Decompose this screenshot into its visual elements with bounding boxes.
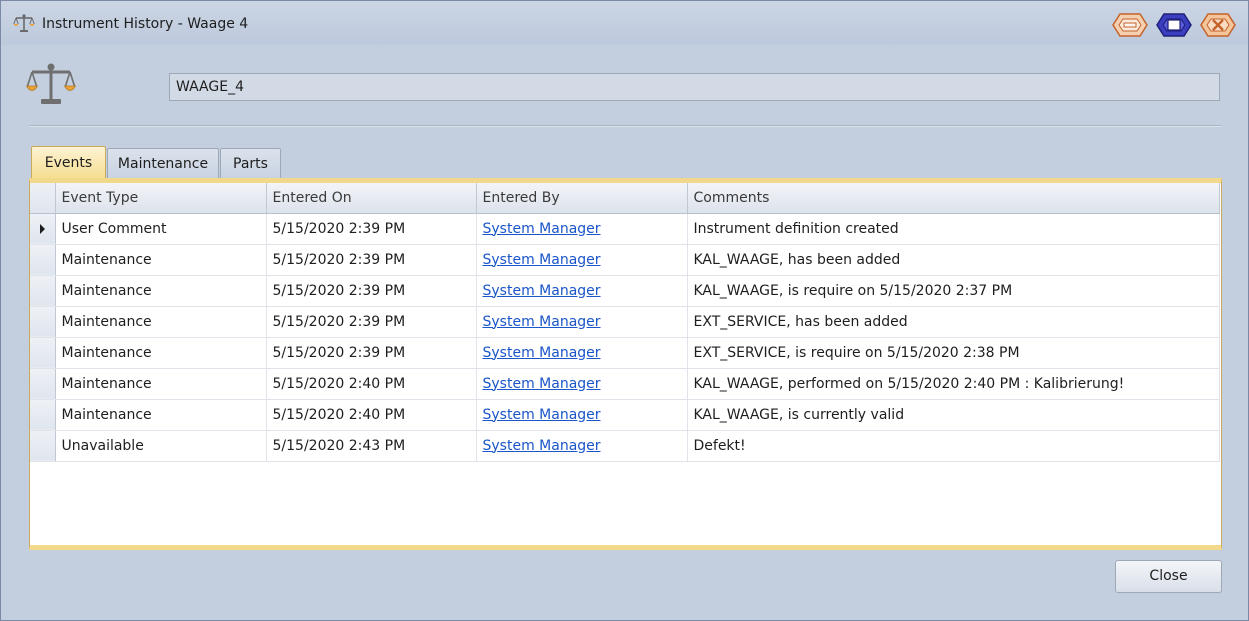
cell-entered-by[interactable]: System Manager — [476, 213, 688, 245]
cell-entered-by[interactable]: System Manager — [476, 399, 688, 431]
cell-event-type[interactable]: Unavailable — [55, 430, 267, 462]
separator — [29, 125, 1221, 127]
tab-maintenance[interactable]: Maintenance — [107, 148, 219, 179]
cell-event-type[interactable]: Maintenance — [55, 306, 267, 338]
cell-event-type[interactable]: Maintenance — [55, 275, 267, 307]
cell-comments[interactable]: Instrument definition created — [687, 213, 1220, 245]
window-title: Instrument History - Waage 4 — [42, 16, 249, 32]
entered-by-link[interactable]: System Manager — [483, 345, 601, 361]
cell-entered-on[interactable]: 5/15/2020 2:39 PM — [266, 213, 477, 245]
events-grid: Event Type Entered On Entered By Comment… — [30, 183, 1220, 462]
table-row[interactable]: Maintenance 5/15/2020 2:39 PM System Man… — [30, 244, 1220, 276]
cell-event-type[interactable]: User Comment — [55, 213, 267, 245]
dialog-content: WAAGE_4 Events Maintenance Parts Event T… — [1, 45, 1248, 620]
row-indicator[interactable] — [30, 244, 56, 276]
scale-icon — [26, 63, 76, 104]
cell-entered-by[interactable]: System Manager — [476, 337, 688, 369]
entered-by-link[interactable]: System Manager — [483, 283, 601, 299]
cell-entered-on[interactable]: 5/15/2020 2:40 PM — [266, 368, 477, 400]
entered-by-link[interactable]: System Manager — [483, 252, 601, 268]
column-header-comments[interactable]: Comments — [687, 183, 1220, 214]
entered-by-link[interactable]: System Manager — [483, 407, 601, 423]
cell-event-type[interactable]: Maintenance — [55, 337, 267, 369]
entered-by-link[interactable]: System Manager — [483, 438, 601, 454]
cell-entered-by[interactable]: System Manager — [476, 368, 688, 400]
cell-comments[interactable]: Defekt! — [687, 430, 1220, 462]
table-row[interactable]: User Comment 5/15/2020 2:39 PM System Ma… — [30, 213, 1220, 245]
cell-entered-on[interactable]: 5/15/2020 2:39 PM — [266, 275, 477, 307]
cell-event-type[interactable]: Maintenance — [55, 244, 267, 276]
cell-entered-by[interactable]: System Manager — [476, 430, 688, 462]
column-header-event-type[interactable]: Event Type — [55, 183, 267, 214]
scale-icon — [13, 14, 35, 32]
row-indicator[interactable] — [30, 399, 56, 431]
table-row[interactable]: Maintenance 5/15/2020 2:40 PM System Man… — [30, 399, 1220, 431]
row-indicator[interactable] — [30, 306, 56, 338]
cell-comments[interactable]: KAL_WAAGE, is require on 5/15/2020 2:37 … — [687, 275, 1220, 307]
cell-entered-on[interactable]: 5/15/2020 2:39 PM — [266, 244, 477, 276]
cell-entered-on[interactable]: 5/15/2020 2:39 PM — [266, 306, 477, 338]
maximize-icon[interactable] — [1156, 12, 1192, 38]
entered-by-link[interactable]: System Manager — [483, 376, 601, 392]
tab-events[interactable]: Events — [31, 146, 106, 180]
cell-comments[interactable]: KAL_WAAGE, has been added — [687, 244, 1220, 276]
entered-by-link[interactable]: System Manager — [483, 221, 601, 237]
close-button[interactable]: Close — [1115, 560, 1222, 593]
row-indicator[interactable] — [30, 213, 56, 245]
column-header-entered-by[interactable]: Entered By — [476, 183, 688, 214]
cell-comments[interactable]: EXT_SERVICE, is require on 5/15/2020 2:3… — [687, 337, 1220, 369]
cell-comments[interactable]: EXT_SERVICE, has been added — [687, 306, 1220, 338]
row-indicator[interactable] — [30, 337, 56, 369]
cell-entered-on[interactable]: 5/15/2020 2:40 PM — [266, 399, 477, 431]
tab-parts[interactable]: Parts — [220, 148, 281, 179]
entered-by-link[interactable]: System Manager — [483, 314, 601, 330]
cell-entered-on[interactable]: 5/15/2020 2:43 PM — [266, 430, 477, 462]
instrument-name-field[interactable]: WAAGE_4 — [169, 73, 1220, 101]
cell-event-type[interactable]: Maintenance — [55, 368, 267, 400]
row-indicator[interactable] — [30, 368, 56, 400]
cell-entered-by[interactable]: System Manager — [476, 244, 688, 276]
column-header-entered-on[interactable]: Entered On — [266, 183, 477, 214]
events-grid-panel: Event Type Entered On Entered By Comment… — [29, 178, 1222, 550]
cell-entered-on[interactable]: 5/15/2020 2:39 PM — [266, 337, 477, 369]
row-indicator[interactable] — [30, 430, 56, 462]
table-row[interactable]: Maintenance 5/15/2020 2:39 PM System Man… — [30, 306, 1220, 338]
cell-comments[interactable]: KAL_WAAGE, performed on 5/15/2020 2:40 P… — [687, 368, 1220, 400]
row-indicator[interactable] — [30, 275, 56, 307]
cell-entered-by[interactable]: System Manager — [476, 306, 688, 338]
cell-event-type[interactable]: Maintenance — [55, 399, 267, 431]
cell-comments[interactable]: KAL_WAAGE, is currently valid — [687, 399, 1220, 431]
table-row[interactable]: Maintenance 5/15/2020 2:39 PM System Man… — [30, 275, 1220, 307]
current-row-arrow-icon — [39, 223, 45, 234]
cell-entered-by[interactable]: System Manager — [476, 275, 688, 307]
instrument-history-window: Instrument History - Waage 4 WAAGE_4 Eve… — [0, 0, 1249, 621]
table-row[interactable]: Maintenance 5/15/2020 2:39 PM System Man… — [30, 337, 1220, 369]
table-row[interactable]: Unavailable 5/15/2020 2:43 PM System Man… — [30, 430, 1220, 462]
table-row[interactable]: Maintenance 5/15/2020 2:40 PM System Man… — [30, 368, 1220, 400]
close-icon[interactable] — [1200, 12, 1236, 38]
minimize-icon[interactable] — [1112, 12, 1148, 38]
row-indicator-header — [30, 183, 56, 214]
grid-header-row: Event Type Entered On Entered By Comment… — [30, 183, 1220, 214]
title-bar[interactable]: Instrument History - Waage 4 — [1, 1, 1248, 45]
